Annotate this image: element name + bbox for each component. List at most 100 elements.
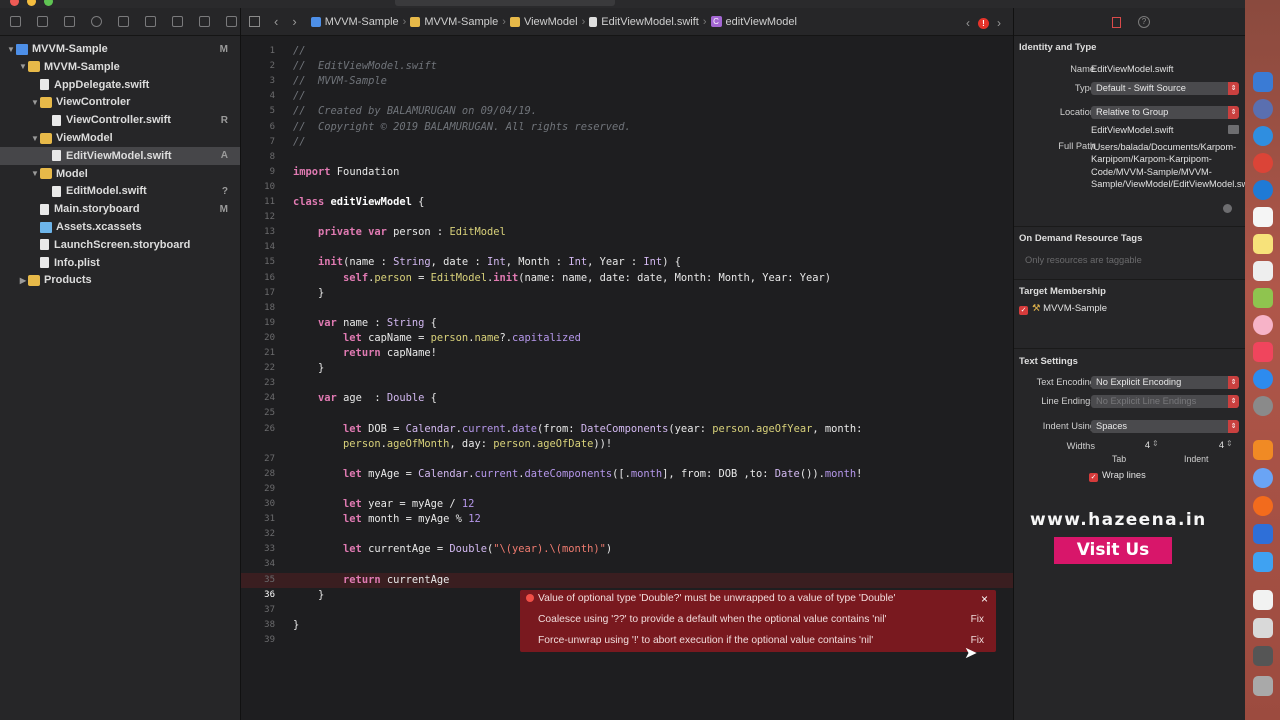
preview-dock-icon[interactable]	[1253, 590, 1273, 610]
reveal-in-finder-icon[interactable]	[1223, 204, 1232, 213]
breadcrumb-item[interactable]: ViewModel ›	[509, 16, 585, 28]
code-line[interactable]: 14	[241, 240, 1013, 255]
debug-navigator-icon[interactable]	[172, 16, 183, 27]
code-line[interactable]: 32	[241, 527, 1013, 542]
folder-icon[interactable]	[1228, 125, 1239, 134]
code-line[interactable]: 23	[241, 376, 1013, 391]
wrap-lines-checkbox[interactable]: ✓ Wrap lines	[1089, 470, 1146, 482]
downloads-dock-icon[interactable]	[1253, 646, 1273, 666]
minimize-window-button[interactable]	[27, 0, 36, 6]
code-line[interactable]: 30 let year = myAge / 12	[241, 497, 1013, 512]
safari-dock-icon[interactable]	[1253, 126, 1273, 146]
issue-indicator-icon[interactable]: !	[978, 17, 989, 29]
fixit-coalesce[interactable]: Coalesce using '??' to provide a default…	[538, 611, 886, 629]
vlc-dock-icon[interactable]	[1253, 440, 1273, 460]
calendar-dock-icon[interactable]	[1253, 207, 1273, 227]
zoom-window-button[interactable]	[44, 0, 53, 6]
app-dock-icon[interactable]	[1253, 180, 1273, 200]
firefox-dock-icon[interactable]	[1253, 496, 1273, 516]
navigator-item[interactable]: ▶ Products	[0, 271, 240, 289]
code-line[interactable]: 2 // EditViewModel.swift	[241, 59, 1013, 74]
app-dock-icon[interactable]	[1253, 552, 1273, 572]
type-dropdown[interactable]: Default - Swift Source ⇕	[1091, 82, 1239, 95]
navigator-item[interactable]: ▼ Model	[0, 165, 240, 183]
checkbox-checked-icon[interactable]: ✓	[1089, 473, 1098, 482]
visit-us-button[interactable]: Visit Us	[1054, 537, 1172, 564]
xcode-dock-icon[interactable]	[1253, 524, 1273, 544]
code-line[interactable]: person.ageOfMonth, day: person.ageOfDate…	[241, 437, 1013, 452]
code-line[interactable]: 21 return capName!	[241, 346, 1013, 361]
close-window-button[interactable]	[10, 0, 19, 6]
disclosure-open-icon[interactable]: ▼	[18, 62, 28, 71]
navigator-item[interactable]: EditViewModel.swift A	[0, 146, 240, 165]
navigator-item[interactable]: Info.plist	[0, 254, 240, 272]
maps-dock-icon[interactable]	[1253, 288, 1273, 308]
find-navigator-icon[interactable]	[91, 16, 102, 27]
code-line[interactable]: 27	[241, 452, 1013, 467]
close-icon[interactable]: ×	[981, 590, 988, 608]
notes-dock-icon[interactable]	[1253, 234, 1273, 254]
code-line[interactable]: 4 //	[241, 89, 1013, 104]
music-dock-icon[interactable]	[1253, 342, 1273, 362]
source-control-icon[interactable]	[37, 16, 48, 27]
breadcrumb-item[interactable]: CeditViewModel	[710, 16, 797, 28]
app-dock-icon[interactable]	[1253, 468, 1273, 488]
navigator-item[interactable]: ViewController.swift R	[0, 111, 240, 129]
issue-navigator-icon[interactable]	[118, 16, 129, 27]
breakpoint-navigator-icon[interactable]	[199, 16, 210, 27]
line-endings-dropdown[interactable]: No Explicit Line Endings ⇕	[1091, 395, 1239, 408]
stepper-arrows-icon[interactable]: ⇕	[1152, 439, 1159, 448]
code-line[interactable]: 29	[241, 482, 1013, 497]
breadcrumb-item[interactable]: MVVM-Sample ›	[410, 16, 506, 28]
checkbox-checked-icon[interactable]: ✓	[1019, 306, 1028, 315]
navigator-item[interactable]: EditModel.swift?	[0, 182, 240, 200]
code-line[interactable]: 13 private var person : EditModel	[241, 225, 1013, 240]
finder-dock-icon[interactable]	[1253, 72, 1273, 92]
code-line[interactable]: 24 var age : Double {	[241, 391, 1013, 406]
quick-help-icon[interactable]: ?	[1138, 16, 1150, 28]
tab-width-stepper[interactable]: 4	[1128, 440, 1150, 453]
navigator-item[interactable]: ▼ ViewModel	[0, 129, 240, 147]
stepper-arrows-icon[interactable]: ⇕	[1226, 439, 1233, 448]
indent-using-dropdown[interactable]: Spaces ⇕	[1091, 420, 1239, 433]
code-line[interactable]: 19 var name : String {	[241, 316, 1013, 331]
code-line[interactable]: 18	[241, 301, 1013, 316]
code-line[interactable]: 20 let capName = person.name?.capitalize…	[241, 331, 1013, 346]
navigator-item[interactable]: Assets.xcassets	[0, 218, 240, 236]
breadcrumb-item[interactable]: EditViewModel.swift ›	[589, 16, 707, 28]
encoding-dropdown[interactable]: No Explicit Encoding ⇕	[1091, 376, 1239, 389]
fixit-force-unwrap[interactable]: Force-unwrap using '!' to abort executio…	[538, 632, 873, 650]
indent-width-stepper[interactable]: 4	[1202, 440, 1224, 453]
forward-arrow-icon[interactable]: ›	[292, 14, 296, 29]
code-line[interactable]: 17 }	[241, 286, 1013, 301]
code-line[interactable]: 1 //	[241, 44, 1013, 59]
code-line[interactable]: 15 init(name : String, date : Int, Month…	[241, 255, 1013, 270]
navigator-item[interactable]: LaunchScreen.storyboard	[0, 236, 240, 254]
navigator-item[interactable]: ▼ MVVM-Sample	[0, 58, 240, 76]
document-dock-icon[interactable]	[1253, 618, 1273, 638]
disclosure-open-icon[interactable]: ▼	[30, 134, 40, 143]
project-navigator-icon[interactable]	[10, 16, 21, 27]
chrome-dock-icon[interactable]	[1253, 153, 1273, 173]
code-line[interactable]: 26 let DOB = Calendar.current.date(from:…	[241, 422, 1013, 437]
previous-issue-icon[interactable]: ‹	[966, 16, 970, 30]
navigator-item[interactable]: AppDelegate.swift	[0, 76, 240, 94]
related-items-icon[interactable]	[249, 16, 260, 27]
navigator-item[interactable]: Main.storyboard M	[0, 200, 240, 218]
code-line[interactable]: 3 // MVVM-Sample	[241, 74, 1013, 89]
code-line[interactable]: 16 self.person = EditModel.init(name: na…	[241, 271, 1013, 286]
disclosure-open-icon[interactable]: ▼	[30, 98, 40, 107]
navigator-item[interactable]: ▼ ViewControler	[0, 93, 240, 111]
code-line[interactable]: 34	[241, 557, 1013, 572]
breadcrumb-item[interactable]: MVVM-Sample ›	[310, 16, 406, 28]
system-preferences-dock-icon[interactable]	[1253, 396, 1273, 416]
code-line[interactable]: 10	[241, 180, 1013, 195]
test-navigator-icon[interactable]	[145, 16, 156, 27]
app-store-dock-icon[interactable]	[1253, 369, 1273, 389]
code-line[interactable]: 33 let currentAge = Double("\(year).\(mo…	[241, 542, 1013, 557]
disclosure-closed-icon[interactable]: ▶	[18, 276, 28, 285]
code-line[interactable]: 31 let month = myAge % 12	[241, 512, 1013, 527]
name-field[interactable]: EditViewModel.swift	[1091, 64, 1174, 74]
disclosure-open-icon[interactable]: ▼	[30, 169, 40, 178]
location-dropdown[interactable]: Relative to Group ⇕	[1091, 106, 1239, 119]
